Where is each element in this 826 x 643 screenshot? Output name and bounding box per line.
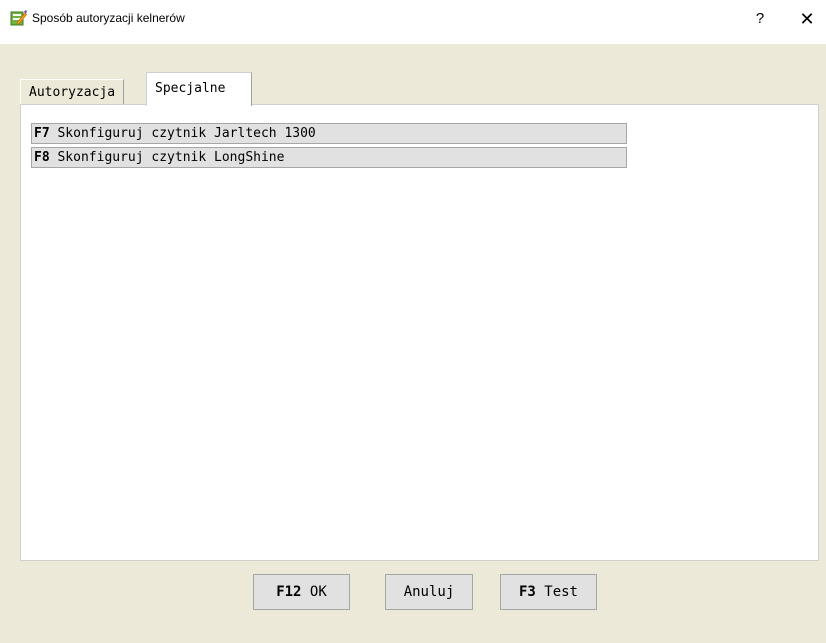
configure-jarltech-button[interactable]: F7 Skonfiguruj czytnik Jarltech 1300: [31, 123, 627, 144]
window-title: Sposób autoryzacji kelnerów: [32, 11, 185, 25]
hotkey-label: F3: [518, 584, 536, 600]
tab-specjalne[interactable]: Specjalne: [146, 72, 252, 106]
configure-longshine-button[interactable]: F8 Skonfiguruj czytnik LongShine: [31, 147, 627, 168]
button-label: Skonfiguruj czytnik LongShine: [49, 150, 285, 165]
help-button[interactable]: ?: [743, 5, 777, 33]
button-label: OK: [301, 584, 327, 600]
app-icon: [10, 10, 27, 26]
tab-autoryzacja[interactable]: Autoryzacja: [20, 79, 125, 104]
close-button[interactable]: ✕: [790, 5, 824, 33]
hotkey-label: F12: [276, 584, 302, 600]
test-button[interactable]: F3 Test: [500, 574, 597, 610]
hotkey-label: F7: [34, 126, 50, 141]
title-bar: Sposób autoryzacji kelnerów ? ✕: [0, 0, 826, 44]
hotkey-label: F8: [34, 150, 50, 165]
tab-panel-specjalne: F7 Skonfiguruj czytnik Jarltech 1300 F8 …: [20, 104, 819, 561]
button-label: Skonfiguruj czytnik Jarltech 1300: [49, 126, 316, 141]
dialog-window: Sposób autoryzacji kelnerów ? ✕ Autoryza…: [0, 0, 826, 643]
button-label: Test: [535, 584, 578, 600]
ok-button[interactable]: F12 OK: [253, 574, 350, 610]
cancel-button[interactable]: Anuluj: [385, 574, 473, 610]
